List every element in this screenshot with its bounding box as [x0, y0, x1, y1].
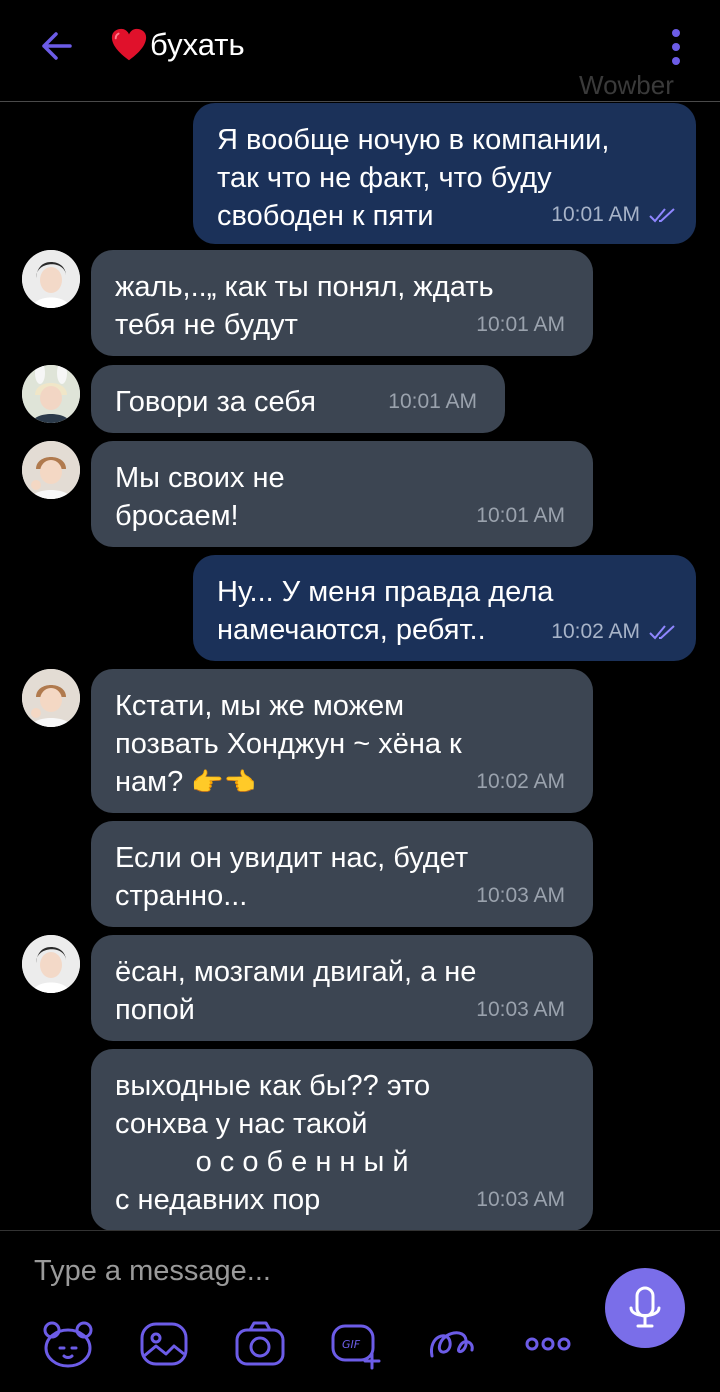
message-time: 10:01 AM	[476, 504, 565, 527]
chat-title-text: бухать	[150, 27, 245, 62]
message-bubble-incoming[interactable]: Говори за себя 10:01 AM	[91, 365, 505, 433]
message-bubble-incoming[interactable]: ёсан, мозгами двигай, а не попой 10:03 A…	[91, 935, 593, 1041]
message-time: 10:03 AM	[476, 998, 565, 1021]
doodle-icon[interactable]	[424, 1316, 480, 1372]
avatar[interactable]	[22, 441, 80, 499]
message-bubble-incoming[interactable]: Если он увидит нас, будет странно... 10:…	[91, 821, 593, 927]
more-icon[interactable]	[520, 1316, 576, 1372]
message-time: 10:03 AM	[476, 884, 565, 907]
avatar[interactable]	[22, 250, 80, 308]
heart-icon	[111, 28, 147, 61]
chat-header: бухать Wowber	[0, 0, 720, 101]
message-bubble-incoming[interactable]: жаль,..„ как ты понял, ждать тебя не буд…	[91, 250, 593, 356]
sticker-bear-icon[interactable]	[40, 1316, 96, 1372]
message-bubble-outgoing[interactable]: Я вообще ночую в компании, так что не фа…	[193, 103, 696, 244]
read-ticks-icon	[649, 625, 675, 640]
message-time: 10:01 AM	[476, 313, 565, 336]
microphone-button[interactable]	[605, 1268, 685, 1348]
message-bubble-incoming[interactable]: выходные как бы?? это сонхва у нас такой…	[91, 1049, 593, 1231]
read-ticks-icon	[649, 208, 675, 223]
more-options-icon[interactable]	[666, 28, 686, 68]
message-input[interactable]: Type a message...	[34, 1255, 271, 1288]
message-time: 10:01 AM	[388, 390, 477, 413]
message-time: 10:01 AM	[551, 196, 678, 234]
message-bubble-incoming[interactable]: Мы своих не бросаем! 10:01 AM	[91, 441, 593, 547]
message-bubble-incoming[interactable]: Кстати, мы же можем позвать Хонджун ~ хё…	[91, 669, 593, 813]
gif-icon[interactable]: GIF	[328, 1316, 384, 1372]
camera-icon[interactable]	[232, 1316, 288, 1372]
message-time: 10:02 AM	[476, 770, 565, 793]
avatar[interactable]	[22, 669, 80, 727]
microphone-icon	[629, 1286, 661, 1328]
chat-title[interactable]: бухать	[110, 27, 245, 63]
message-bubble-outgoing[interactable]: Ну... У меня правда дела намечаются, реб…	[193, 555, 696, 661]
message-time: 10:03 AM	[476, 1188, 565, 1211]
image-sticker-icon[interactable]	[136, 1316, 192, 1372]
avatar[interactable]	[22, 935, 80, 993]
emoji: 👉👈	[191, 768, 257, 798]
avatar[interactable]	[22, 365, 80, 423]
header-divider	[0, 101, 720, 102]
back-arrow-icon[interactable]	[34, 26, 74, 66]
message-time: 10:02 AM	[551, 613, 678, 651]
svg-text:GIF: GIF	[342, 1338, 361, 1351]
watermark: Wowber	[579, 70, 674, 100]
